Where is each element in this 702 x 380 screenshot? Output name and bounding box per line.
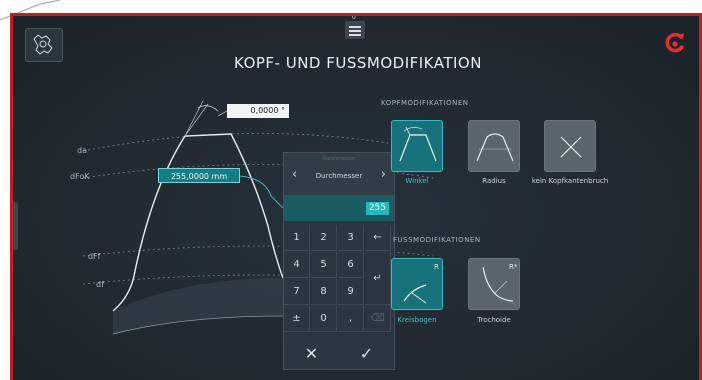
da-label: da — [77, 146, 87, 155]
dfok-label: dFoK — [70, 172, 90, 181]
backspace-left-arrow-key[interactable]: ← — [365, 225, 391, 251]
enter-key[interactable]: ↵ — [365, 252, 391, 305]
close-cross-icon — [560, 136, 582, 158]
key-6[interactable]: 6 — [338, 252, 364, 278]
key-4[interactable]: 4 — [284, 252, 310, 278]
kopf-option-radius[interactable] — [468, 120, 520, 172]
key-5[interactable]: 5 — [311, 252, 337, 278]
root-area — [113, 278, 283, 334]
keypad-header: Durchmesser ‹ Durchmesser › — [284, 153, 394, 195]
fuss-option-trochoide[interactable]: R* — [468, 258, 520, 310]
key-8[interactable]: 8 — [311, 279, 337, 305]
kopf-section-label: KOPFMODIFIKATIONEN — [381, 99, 469, 107]
chamfer-angle-icon — [399, 126, 437, 162]
kopf-option-label: Radius — [482, 177, 506, 185]
fuss-option-label: Trochoide — [477, 316, 511, 324]
kopf-option-none[interactable] — [544, 120, 596, 172]
cancel-button[interactable]: ✕ — [284, 339, 339, 369]
kopf-option-label: Winkel — [405, 177, 429, 185]
sign-toggle-key[interactable]: ± — [284, 306, 310, 332]
da-circle — [82, 133, 434, 152]
entry-value: 255 — [365, 202, 389, 215]
fuss-badge: R* — [509, 263, 518, 271]
key-7[interactable]: 7 — [284, 279, 310, 305]
kopf-option-winkel[interactable] — [391, 120, 443, 172]
key-9[interactable]: 9 — [338, 279, 364, 305]
fuss-badge: R — [434, 263, 439, 271]
fuss-option-label: Kreisbogen — [397, 316, 437, 324]
trochoid-icon: R* — [482, 263, 518, 302]
keypad-caption: Durchmesser — [322, 156, 356, 162]
app-window: 0 KOPF- UND FUSSMODIFIKATION da dFoK dFf… — [10, 13, 702, 380]
key-0[interactable]: 0 — [311, 306, 337, 332]
tip-angle-field[interactable]: 0,0000 ° — [227, 104, 289, 118]
keypad-entry[interactable]: 255 — [284, 195, 394, 221]
keypad-actions: ✕ ✓ — [284, 339, 394, 369]
df-label: df — [96, 280, 104, 289]
root-arc-icon: R — [403, 263, 439, 304]
decimal-key[interactable]: , — [338, 306, 364, 332]
key-2[interactable]: 2 — [311, 225, 337, 251]
dfok-diameter-field[interactable]: 255,0000 mm — [158, 168, 240, 183]
fuss-option-kreisbogen[interactable]: R — [391, 258, 443, 310]
key-3[interactable]: 3 — [338, 225, 364, 251]
tip-radius-icon — [476, 133, 514, 162]
kopf-option-label: kein Kopfkantenbruch — [531, 177, 609, 185]
dff-label: dFf — [88, 252, 101, 261]
fuss-section-label: FUSSMODIFIKATIONEN — [393, 236, 481, 244]
key-1[interactable]: 1 — [284, 225, 310, 251]
confirm-button[interactable]: ✓ — [339, 339, 394, 369]
